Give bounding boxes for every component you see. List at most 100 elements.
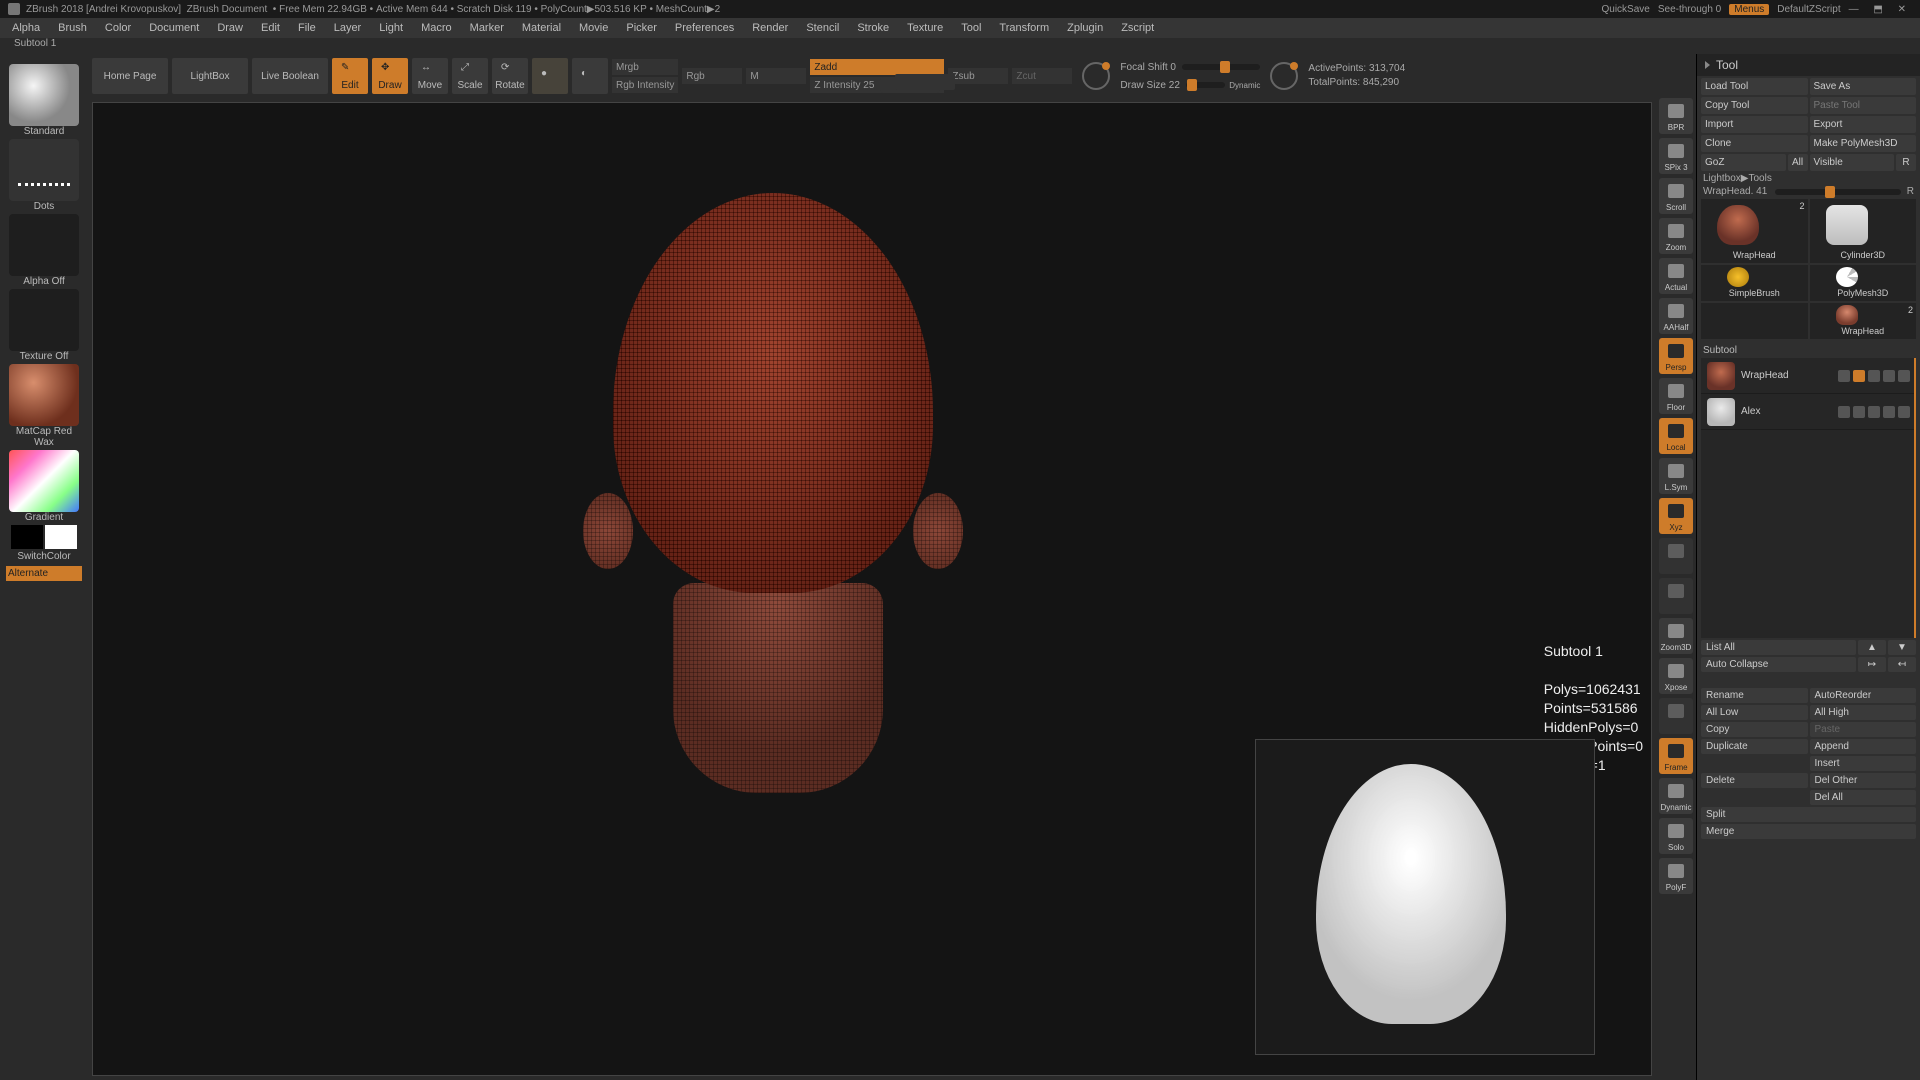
menu-stencil[interactable]: Stencil [806,22,839,34]
subtool-item-alex[interactable]: Alex [1701,394,1914,430]
navbtn-xpose[interactable]: Xpose [1659,658,1693,694]
copy-button[interactable]: Copy [1701,722,1808,737]
zintensity-slider[interactable]: Z Intensity 25 [810,77,944,93]
import-button[interactable]: Import [1701,116,1808,133]
draw-button[interactable]: ✥Draw [372,58,408,94]
gradient-label[interactable]: Gradient [6,512,82,523]
swatch-secondary[interactable] [45,525,77,549]
navbtn-aahalf[interactable]: AAHalf [1659,298,1693,334]
navbtn-blank-15[interactable] [1659,698,1693,734]
menu-marker[interactable]: Marker [470,22,504,34]
tool-thumb-cylinder3d[interactable]: Cylinder3D [1810,199,1917,263]
navbtn-zoom[interactable]: Zoom [1659,218,1693,254]
delall-button[interactable]: Del All [1810,790,1917,805]
menu-render[interactable]: Render [752,22,788,34]
stroke-thumb[interactable] [9,139,79,201]
menu-alpha[interactable]: Alpha [12,22,40,34]
listall-up-icon[interactable]: ▲ [1858,640,1886,655]
subtool-item-wraphead[interactable]: WrapHead [1701,358,1914,394]
goz-all-button[interactable]: All [1788,154,1808,171]
clone-button[interactable]: Clone [1701,135,1808,152]
alllow-button[interactable]: All Low [1701,705,1808,720]
copytool-button[interactable]: Copy Tool [1701,97,1808,114]
menu-document[interactable]: Document [149,22,199,34]
navbtn-persp[interactable]: Persp [1659,338,1693,374]
menu-movie[interactable]: Movie [579,22,608,34]
delete-button[interactable]: Delete [1701,773,1808,788]
goz-visible-button[interactable]: Visible [1810,154,1895,171]
subtool-header[interactable]: Subtool [1703,345,1914,356]
scale-button[interactable]: ⤢Scale [452,58,488,94]
merge-button[interactable]: Merge [1701,824,1916,839]
mrgb-button[interactable]: Mrgb [612,59,678,75]
window-controls[interactable]: — ⬒ ✕ [1849,4,1912,15]
duplicate-button[interactable]: Duplicate [1701,739,1808,754]
export-button[interactable]: Export [1810,116,1917,133]
lightbox-tools-link[interactable]: Lightbox▶Tools [1703,173,1914,184]
edit-button[interactable]: ✎Edit [332,58,368,94]
tool-thumb-simplebrush[interactable]: SimpleBrush [1701,265,1808,301]
mesh-wraphead[interactable] [563,193,983,793]
focalshift-slider[interactable]: Focal Shift 0 [1120,60,1260,74]
m-button[interactable]: M [746,68,806,84]
navbtn-bpr[interactable]: BPR [1659,98,1693,134]
menu-texture[interactable]: Texture [907,22,943,34]
liveboolean-button[interactable]: Live Boolean [252,58,328,94]
sculptris-button[interactable]: ◐ [572,58,608,94]
autoreorder-button[interactable]: AutoReorder [1810,688,1917,703]
lightbox-button[interactable]: LightBox [172,58,248,94]
move-button[interactable]: ↔Move [412,58,448,94]
rgbintensity-slider[interactable]: Rgb Intensity [612,77,678,93]
navbtn-solo[interactable]: Solo [1659,818,1693,854]
alternate-button[interactable]: Alternate [6,566,82,581]
arrow-out-icon[interactable]: ↦ [1858,657,1886,672]
loadtool-button[interactable]: Load Tool [1701,78,1808,95]
tool-thumb-wraphead[interactable]: 2WrapHead [1810,303,1917,339]
insert-button[interactable]: Insert [1810,756,1917,771]
gizmo-button[interactable]: ● [532,58,568,94]
menu-file[interactable]: File [298,22,316,34]
tool-thumb-polymesh3d[interactable]: PolyMesh3D [1810,265,1917,301]
rgb-button[interactable]: Rgb [682,68,742,84]
brush-thumb[interactable] [9,64,79,126]
rename-button[interactable]: Rename [1701,688,1808,703]
navbtn-blank-11[interactable] [1659,538,1693,574]
navbtn-local[interactable]: Local [1659,418,1693,454]
menu-picker[interactable]: Picker [626,22,657,34]
tool-panel-title[interactable]: Tool [1697,54,1920,76]
size-gauge-icon[interactable] [1270,62,1298,90]
allhigh-button[interactable]: All High [1810,705,1917,720]
autocollapse-button[interactable]: Auto Collapse [1701,657,1856,672]
menu-brush[interactable]: Brush [58,22,87,34]
material-thumb[interactable] [9,364,79,426]
menu-tool[interactable]: Tool [961,22,981,34]
wraphead-slider[interactable]: WrapHead. 41R [1703,186,1914,197]
menu-transform[interactable]: Transform [999,22,1049,34]
homepage-button[interactable]: Home Page [92,58,168,94]
navbtn-xyz[interactable]: Xyz [1659,498,1693,534]
quicksave-button[interactable]: QuickSave [1601,4,1649,15]
brush-gauge-icon[interactable] [1082,62,1110,90]
zsub-button[interactable]: Zsub [948,68,1008,84]
seethrough-slider[interactable]: See-through 0 [1658,4,1721,15]
saveas-button[interactable]: Save As [1810,78,1917,95]
paste-button[interactable]: Paste [1810,722,1917,737]
menu-zscript[interactable]: Zscript [1121,22,1154,34]
polymesh-button[interactable]: Make PolyMesh3D [1810,135,1917,152]
menus-button[interactable]: Menus [1729,4,1769,15]
rotate-button[interactable]: ⟳Rotate [492,58,528,94]
zcut-button[interactable]: Zcut [1012,68,1072,84]
navbtn-blank-12[interactable] [1659,578,1693,614]
append-button[interactable]: Append [1810,739,1917,754]
navbtn-zoom3d[interactable]: Zoom3D [1659,618,1693,654]
menu-zplugin[interactable]: Zplugin [1067,22,1103,34]
listall-button[interactable]: List All [1701,640,1856,655]
default-zscript[interactable]: DefaultZScript [1777,4,1840,15]
navbtn-scroll[interactable]: Scroll [1659,178,1693,214]
color-picker[interactable] [9,450,79,512]
alpha-thumb[interactable] [9,214,79,276]
tool-thumb-blank[interactable] [1701,303,1808,339]
menu-edit[interactable]: Edit [261,22,280,34]
arrow-in-icon[interactable]: ↤ [1888,657,1916,672]
zadd-button[interactable]: Zadd [810,59,944,75]
